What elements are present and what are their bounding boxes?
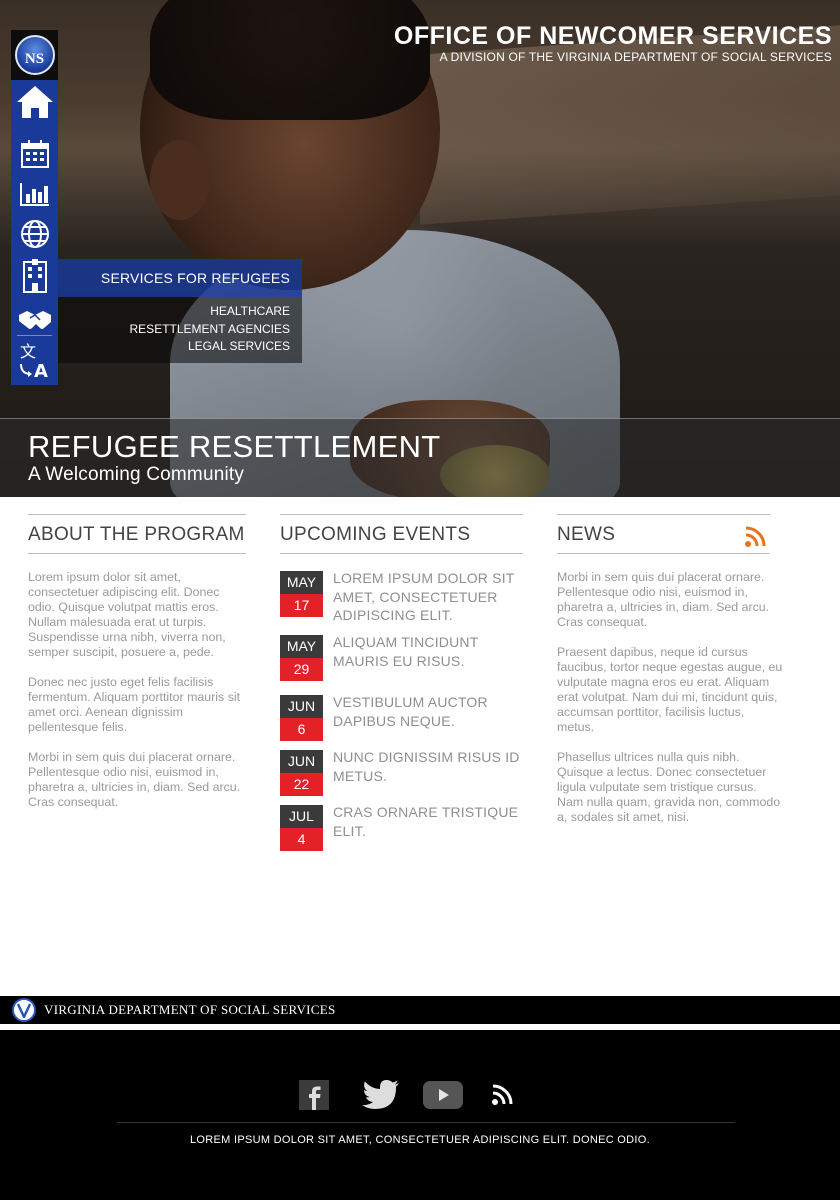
site-header: OFFICE OF NEWCOMER SERVICES A DIVISION O… [394, 22, 832, 64]
vdss-logo-icon[interactable] [12, 998, 36, 1022]
agency-bar: VIRGINIA DEPARTMENT OF SOCIAL SERVICES [0, 996, 840, 1024]
building-icon[interactable] [11, 256, 58, 296]
events-heading: UPCOMING EVENTS [280, 514, 523, 554]
agency-name[interactable]: VIRGINIA DEPARTMENT OF SOCIAL SERVICES [44, 1002, 336, 1018]
submenu-heading[interactable]: SERVICES FOR REFUGEES [58, 259, 302, 297]
about-paragraph: Morbi in sem quis dui placerat ornare. P… [28, 750, 241, 809]
submenu-item-healthcare[interactable]: HEALTHCARE [58, 303, 290, 321]
news-heading-label: NEWS [557, 524, 616, 545]
events-section: UPCOMING EVENTS MAY 17 LOREM IPSUM DOLOR… [280, 514, 523, 860]
social-links [0, 1078, 840, 1112]
news-section: NEWS Morbi in sem quis dui placerat orna… [557, 514, 782, 840]
event-item[interactable]: JUL 4 CRAS ORNARE TRISTIQUE ELIT. [280, 803, 523, 860]
event-item[interactable]: JUN 22 NUNC DIGNISSIM RISUS ID METUS. [280, 748, 523, 805]
submenu-item-resettlement-agencies[interactable]: RESETTLEMENT AGENCIES [58, 321, 290, 339]
facebook-icon[interactable] [299, 1078, 329, 1112]
about-paragraph: Donec nec justo eget felis facilisis fer… [28, 675, 241, 734]
footer-rss-icon[interactable] [491, 1078, 513, 1112]
event-date: MAY 29 [280, 635, 323, 695]
event-month: JUL [280, 805, 323, 828]
event-date: JUN 6 [280, 695, 323, 750]
news-paragraph: Praesent dapibus, neque id cursus faucib… [557, 645, 783, 734]
event-month: MAY [280, 635, 323, 658]
event-month: JUN [280, 750, 323, 773]
event-item[interactable]: MAY 17 LOREM IPSUM DOLOR SIT AMET, CONSE… [280, 569, 523, 626]
banner-title: REFUGEE RESETTLEMENT [28, 429, 441, 464]
footer: LOREM IPSUM DOLOR SIT AMET, CONSECTETUER… [0, 1030, 840, 1200]
home-icon[interactable] [11, 82, 58, 122]
youtube-icon[interactable] [423, 1078, 463, 1112]
event-date: JUN 22 [280, 750, 323, 805]
calendar-icon[interactable] [11, 134, 58, 174]
twitter-icon[interactable] [361, 1078, 401, 1112]
site-title[interactable]: OFFICE OF NEWCOMER SERVICES [394, 22, 832, 50]
event-title[interactable]: VESTIBULUM AUCTOR DAPIBUS NEQUE. [333, 693, 523, 750]
event-title[interactable]: CRAS ORNARE TRISTIQUE ELIT. [333, 803, 523, 860]
handshake-icon[interactable] [11, 300, 58, 340]
event-title[interactable]: ALIQUAM TINCIDUNT MAURIS EU RISUS. [333, 633, 523, 695]
about-paragraph: Lorem ipsum dolor sit amet, consectetuer… [28, 570, 226, 659]
event-day: 6 [280, 718, 323, 741]
svg-text:A: A [34, 361, 48, 380]
footer-text: LOREM IPSUM DOLOR SIT AMET, CONSECTETUER… [190, 1134, 650, 1146]
event-day: 4 [280, 828, 323, 851]
event-month: JUN [280, 695, 323, 718]
hero-banner: REFUGEE RESETTLEMENT A Welcoming Communi… [0, 418, 840, 497]
event-month: MAY [280, 571, 323, 594]
rss-icon[interactable] [744, 523, 766, 563]
services-submenu: SERVICES FOR REFUGEES HEALTHCARE RESETTL… [58, 259, 302, 363]
banner-subtitle: A Welcoming Community [28, 464, 245, 485]
event-date: MAY 17 [280, 571, 323, 626]
translate-icon[interactable]: 文A [11, 340, 58, 380]
event-item[interactable]: MAY 29 ALIQUAM TINCIDUNT MAURIS EU RISUS… [280, 633, 523, 695]
globe-icon[interactable] [11, 214, 58, 254]
event-date: JUL 4 [280, 805, 323, 860]
submenu-item-legal-services[interactable]: LEGAL SERVICES [58, 338, 290, 356]
event-title[interactable]: NUNC DIGNISSIM RISUS ID METUS. [333, 748, 523, 805]
ns-logo-badge: NS [14, 35, 55, 75]
news-heading: NEWS [557, 514, 770, 554]
submenu-list: HEALTHCARE RESETTLEMENT AGENCIES LEGAL S… [58, 297, 302, 363]
side-nav: NS 文A [11, 30, 58, 385]
news-paragraph: Phasellus ultrices nulla quis nibh. Quis… [557, 750, 781, 824]
event-day: 22 [280, 773, 323, 796]
news-paragraph: Morbi in sem quis dui placerat ornare. P… [557, 570, 770, 629]
about-section: ABOUT THE PROGRAM Lorem ipsum dolor sit … [28, 514, 246, 825]
event-day: 17 [280, 594, 323, 617]
bar-chart-icon[interactable] [11, 174, 58, 214]
footer-divider [117, 1122, 735, 1123]
event-day: 29 [280, 658, 323, 681]
ns-logo[interactable]: NS [11, 30, 58, 80]
site-subtitle: A DIVISION OF THE VIRGINIA DEPARTMENT OF… [439, 50, 832, 64]
svg-text:文: 文 [20, 342, 36, 361]
event-item[interactable]: JUN 6 VESTIBULUM AUCTOR DAPIBUS NEQUE. [280, 693, 523, 750]
event-title[interactable]: LOREM IPSUM DOLOR SIT AMET, CONSECTETUER… [333, 569, 523, 626]
about-heading: ABOUT THE PROGRAM [28, 514, 246, 554]
